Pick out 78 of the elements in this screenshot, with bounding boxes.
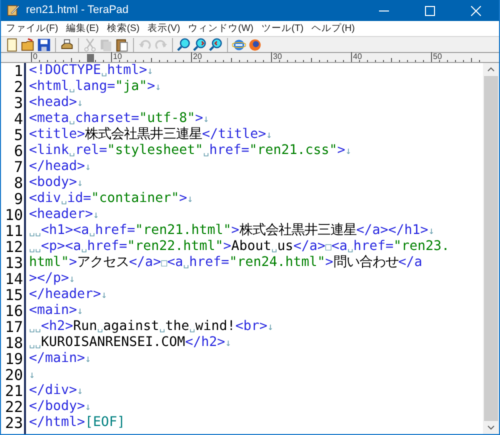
menu-item[interactable]: ウィンドウ(W) — [184, 22, 258, 36]
code-line: <link␣rel="stylesheet"␣href="ren21.css">↓ — [29, 143, 352, 159]
scroll-up-icon[interactable] — [487, 66, 495, 72]
line-number: 6 — [14, 143, 23, 159]
line-number: 21 — [4, 383, 23, 399]
code-line: </main>↓ — [29, 351, 92, 367]
ruler-label: 20 — [193, 52, 202, 62]
code-line: </header>↓ — [29, 287, 108, 303]
window-title: ren21.html - TeraPad — [26, 4, 129, 17]
line-number: 5 — [14, 127, 23, 143]
menu-item[interactable]: 表示(V) — [143, 22, 184, 36]
code-line: <main>↓ — [29, 303, 84, 319]
code-line: </head>↓ — [29, 159, 92, 175]
page-icon[interactable] — [5, 38, 19, 52]
line-number: 3 — [14, 95, 23, 111]
code-line: ↓ — [29, 369, 36, 383]
browser-icon[interactable] — [232, 38, 246, 52]
line-number: 18 — [4, 335, 23, 351]
menu-item[interactable]: ファイル(F) — [2, 22, 62, 36]
ruler-cursor-icon — [87, 54, 94, 62]
browser-icon[interactable] — [248, 38, 262, 52]
code-line: ␣␣<h2>Run␣against␣the␣wind!<br>↓ — [29, 319, 274, 335]
floppy-icon[interactable] — [37, 38, 51, 52]
folder-icon[interactable] — [21, 38, 35, 52]
search-icon[interactable] — [177, 38, 191, 52]
code-line: </html>[EOF] — [29, 415, 126, 431]
line-number: 13 — [4, 255, 23, 271]
code-line: <header>↓ — [29, 207, 100, 223]
line-number: 19 — [4, 351, 23, 367]
printer-icon[interactable] — [60, 38, 74, 52]
scrollbar[interactable] — [483, 63, 499, 434]
line-number: 23 — [4, 415, 23, 431]
search-icon[interactable] — [209, 38, 223, 52]
code-line: <div␣id="container">↓ — [29, 191, 194, 207]
code-line: <meta␣charset="utf-8">↓ — [29, 111, 210, 126]
menu-item[interactable]: ツール(T) — [257, 22, 308, 36]
line-number: 4 — [14, 111, 23, 127]
line-number: 15 — [4, 287, 23, 303]
line-number: 7 — [14, 159, 23, 175]
clipboard-icon[interactable] — [115, 38, 129, 52]
ruler-label: 40 — [353, 52, 362, 62]
line-number: 17 — [4, 319, 23, 335]
code-line: <head>↓ — [29, 95, 84, 111]
code-line: </div>↓ — [29, 383, 84, 399]
line-number: 16 — [4, 303, 23, 319]
line-number: 20 — [4, 367, 23, 383]
notepad-icon — [7, 4, 20, 17]
code-line: ␣␣KUROISANRENSEI.COM</h2>↓ — [29, 335, 232, 351]
close-icon — [471, 6, 481, 16]
ruler-label: 30 — [273, 52, 282, 62]
menu-item[interactable]: 検索(S) — [102, 22, 144, 36]
code-line: <body>↓ — [29, 175, 84, 191]
line-number: 22 — [4, 399, 23, 415]
scroll-down-icon[interactable] — [487, 425, 495, 431]
line-number: 1 — [14, 63, 23, 79]
code-line: <html␣lang="ja">↓ — [29, 79, 162, 95]
code-line: ␣␣<p><a␣href="ren22.html">About␣us</a>□<a␣href="ren23. — [29, 239, 450, 255]
menu-item[interactable]: ヘルプ(H) — [308, 22, 359, 36]
code-line: </body>↓ — [29, 399, 92, 415]
ruler-label: 0 — [33, 52, 38, 62]
code-line: ></p>↓ — [29, 271, 76, 287]
scrollbar-thumb[interactable] — [484, 76, 498, 421]
line-number: 8 — [14, 175, 23, 191]
line-number: 9 — [14, 191, 23, 207]
menu-item[interactable]: 編集(E) — [62, 22, 103, 36]
code-line: <title>株式会社黒井三連星</title>↓ — [29, 127, 272, 143]
code-line: <!DOCTYPE␣html>↓ — [29, 63, 154, 79]
line-number: 2 — [14, 79, 23, 95]
ruler-label: 10 — [113, 52, 122, 62]
search-icon[interactable] — [193, 38, 207, 52]
ruler-label: 50 — [433, 52, 442, 62]
code-line: html">アクセス</a>□<a␣href="ren24.html">問い合わせ</a — [29, 255, 422, 271]
line-number: 11 — [4, 223, 23, 239]
line-number: 14 — [4, 271, 23, 287]
line-number: 12 — [4, 239, 23, 255]
line-number: 10 — [4, 207, 23, 223]
maximize-icon — [425, 6, 435, 16]
code-line: ␣␣<h1><a␣href="ren21.html">株式会社黒井三連星</a></h1>↓ — [29, 223, 434, 239]
